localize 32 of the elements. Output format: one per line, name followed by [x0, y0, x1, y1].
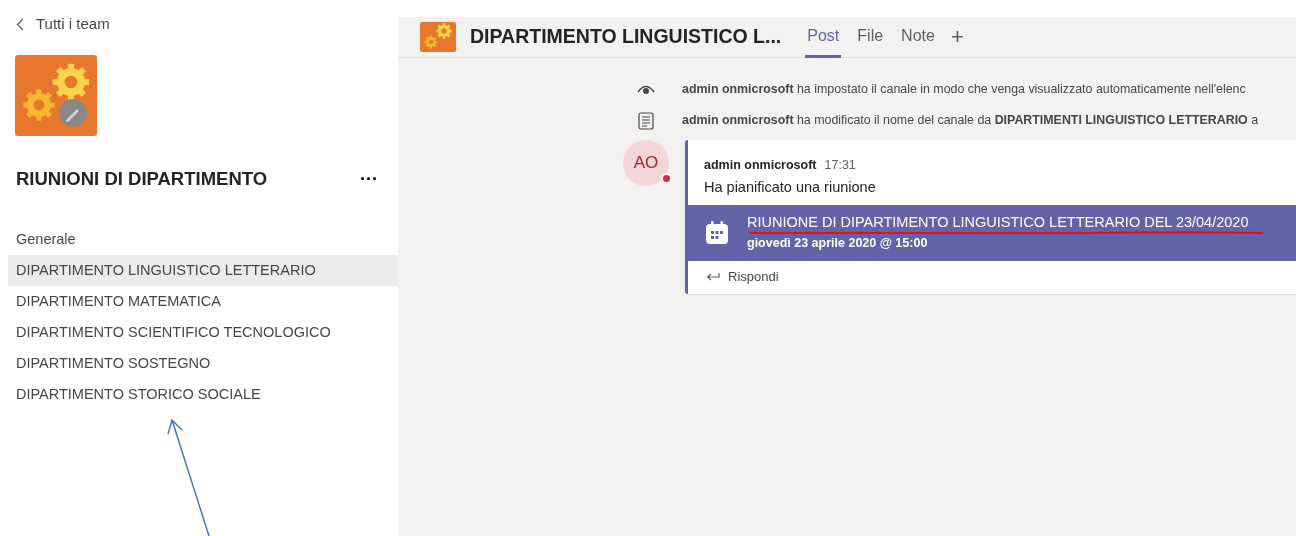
- channel-item[interactable]: DIPARTIMENTO STORICO SOCIALE: [8, 378, 398, 410]
- system-message: admin onmicrosoft ha impostato il canale in modo che venga visualizzato automaticamente nell'elenc: [682, 81, 1246, 99]
- channel-item[interactable]: DIPARTIMENTO MATEMATICA: [8, 285, 398, 317]
- add-tab-button[interactable]: +: [950, 26, 964, 48]
- reply-button[interactable]: Rispondi: [688, 260, 797, 295]
- channel-title: DIPARTIMENTO LINGUISTICO L...: [470, 25, 782, 49]
- gears-logo[interactable]: [15, 54, 97, 136]
- channel-item[interactable]: DIPARTIMENTO SOSTEGNO: [8, 347, 398, 379]
- meeting-title: RIUNIONE DI DIPARTIMENTO LINGUISTICO LETTERARIO DEL 23/04/2020: [747, 214, 1249, 232]
- team-name: RIUNIONI DI DIPARTIMENTO: [16, 167, 268, 190]
- more-options-button[interactable]: ···: [360, 169, 378, 188]
- chevron-left-icon: [16, 17, 24, 31]
- calendar-icon: [705, 220, 729, 245]
- eye-icon: [637, 84, 655, 95]
- meeting-time: giovedì 23 aprile 2020 @ 15:00: [747, 236, 928, 252]
- message-time: 17:31: [824, 158, 856, 172]
- author-name: admin onmicrosoft: [704, 158, 817, 172]
- meeting-banner[interactable]: RIUNIONE DI DIPARTIMENTO LINGUISTICO LETTERARIO DEL 23/04/2020 giovedì 23 aprile 2020 @ 15:00: [685, 204, 1296, 261]
- channel-item[interactable]: DIPARTIMENTO LINGUISTICO LETTERARIO: [8, 254, 398, 286]
- message-text: Ha pianificato una riunione: [704, 178, 877, 197]
- gears-logo: [420, 22, 456, 52]
- tab[interactable]: File: [855, 17, 886, 58]
- avatar: AO: [623, 140, 669, 186]
- system-message: admin onmicrosoft ha modificato il nome del canale da DIPARTIMENTI LINGUISTICO LETTERARIO a: [682, 112, 1259, 130]
- status-dot: [661, 173, 672, 184]
- channel-item[interactable]: DIPARTIMENTO SCIENTIFICO TECNOLOGICO: [8, 316, 398, 348]
- tab[interactable]: Post: [805, 17, 842, 58]
- document-icon: [638, 111, 654, 130]
- tab[interactable]: Note: [899, 17, 937, 58]
- back-link[interactable]: Tutti i team: [0, 12, 116, 37]
- channel-item[interactable]: Generale: [8, 223, 398, 255]
- reply-arrow-icon: [706, 271, 720, 282]
